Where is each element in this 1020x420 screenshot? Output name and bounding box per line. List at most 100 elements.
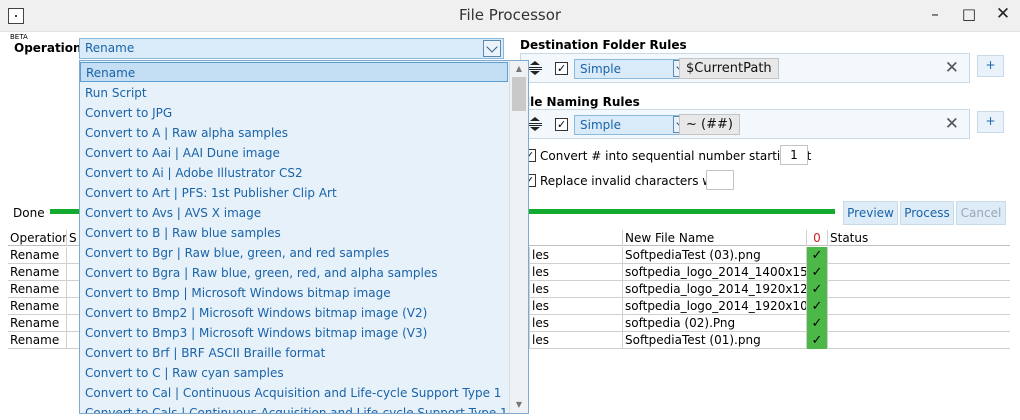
dropdown-item[interactable]: Run Script bbox=[80, 83, 508, 103]
destination-rule-value[interactable]: $CurrentPath bbox=[679, 58, 779, 79]
operation-selected-value: Rename bbox=[85, 41, 135, 55]
destination-mode-select[interactable]: Simple bbox=[574, 59, 694, 79]
cell-status bbox=[827, 298, 1010, 315]
add-destination-rule-button[interactable]: + bbox=[977, 55, 1004, 77]
dropdown-item[interactable]: Convert to Cals | Continuous Acquisition… bbox=[80, 403, 508, 413]
dropdown-item[interactable]: Convert to Bmp3 | Microsoft Windows bitm… bbox=[80, 323, 508, 343]
cell-status bbox=[827, 281, 1010, 298]
dropdown-item[interactable]: Rename bbox=[80, 62, 508, 82]
cell-operation: Rename bbox=[10, 265, 60, 279]
window-title: File Processor bbox=[458, 6, 562, 24]
scroll-up-icon[interactable]: ▲ bbox=[510, 62, 528, 76]
beta-badge: BETA bbox=[10, 33, 28, 41]
cancel-button[interactable]: Cancel bbox=[956, 201, 1006, 225]
check-icon: ✓ bbox=[557, 62, 567, 75]
dropdown-item[interactable]: Convert to Avs | AVS X image bbox=[80, 203, 508, 223]
cell-operation: Rename bbox=[10, 248, 60, 262]
dropdown-scrollbar[interactable]: ▲ ▼ bbox=[509, 61, 528, 413]
cell-status bbox=[827, 247, 1010, 264]
scroll-down-icon[interactable]: ▼ bbox=[510, 398, 528, 412]
column-header-status[interactable]: Status bbox=[827, 230, 1010, 246]
column-header-operation[interactable]: Operation bbox=[8, 230, 66, 246]
cell-source bbox=[66, 281, 80, 298]
replace-label: Replace invalid characters with bbox=[540, 174, 728, 188]
close-button[interactable]: ✕ bbox=[986, 0, 1020, 30]
check-icon: ✓ bbox=[806, 281, 827, 298]
title-bar: File Processor – □ ✕ bbox=[0, 0, 1020, 32]
cell-new-name: softpedia_logo_2014_1400x1541... bbox=[622, 264, 806, 281]
preview-button[interactable]: Preview bbox=[843, 201, 898, 225]
destination-mode-value: Simple bbox=[580, 62, 621, 76]
cell-status bbox=[827, 264, 1010, 281]
column-header-source[interactable]: S bbox=[66, 230, 80, 246]
cell-folder: les bbox=[529, 264, 622, 281]
cell-new-name: SoftpediaTest (01).png bbox=[622, 332, 806, 349]
cell-new-name: softpedia_logo_2014_1920x1200... bbox=[622, 281, 806, 298]
operation-select[interactable]: Rename bbox=[79, 38, 504, 59]
destination-rule-row: ✓ Simple $CurrentPath ✕ bbox=[520, 53, 970, 83]
dropdown-item[interactable]: Convert to C | Raw cyan samples bbox=[80, 363, 508, 383]
scrollbar-thumb[interactable] bbox=[512, 77, 526, 111]
process-button[interactable]: Process bbox=[900, 201, 954, 225]
reorder-icon[interactable] bbox=[527, 60, 543, 76]
cell-new-name: softpedia_logo_2014_1920x1080... bbox=[622, 298, 806, 315]
cell-folder: les bbox=[529, 315, 622, 332]
check-icon: ✓ bbox=[806, 315, 827, 332]
naming-rule-value[interactable]: ~ (##) bbox=[679, 114, 740, 135]
dropdown-item[interactable]: Convert to Bmp | Microsoft Windows bitma… bbox=[80, 283, 508, 303]
check-icon: ✓ bbox=[806, 332, 827, 349]
sequential-label: Convert # into sequential number startin… bbox=[540, 149, 812, 163]
clear-icon[interactable]: ✕ bbox=[945, 114, 959, 134]
cell-source bbox=[66, 332, 80, 349]
dropdown-item[interactable]: Convert to Cal | Continuous Acquisition … bbox=[80, 383, 508, 403]
reorder-icon[interactable] bbox=[527, 116, 543, 132]
replace-char-input[interactable] bbox=[706, 170, 734, 190]
cell-folder: les bbox=[529, 247, 622, 264]
column-header-new-name[interactable]: New File Name bbox=[622, 230, 806, 246]
chevron-down-icon[interactable] bbox=[483, 40, 501, 57]
operation-label: Operation bbox=[14, 41, 82, 55]
naming-mode-value: Simple bbox=[580, 118, 621, 132]
minimize-button[interactable]: – bbox=[918, 0, 952, 30]
cell-folder: les bbox=[529, 281, 622, 298]
status-label: Done bbox=[13, 206, 45, 220]
dropdown-item[interactable]: Convert to Brf | BRF ASCII Braille forma… bbox=[80, 343, 508, 363]
column-header-count[interactable]: 0 bbox=[806, 230, 827, 246]
cell-status bbox=[827, 332, 1010, 349]
cell-operation: Rename bbox=[10, 316, 60, 330]
maximize-button[interactable]: □ bbox=[952, 0, 986, 30]
cell-operation: Rename bbox=[10, 299, 60, 313]
naming-rules-label: ile Naming Rules bbox=[526, 95, 640, 109]
destination-rule-checkbox[interactable]: ✓ bbox=[555, 62, 568, 75]
add-naming-rule-button[interactable]: + bbox=[977, 111, 1004, 133]
naming-rule-checkbox[interactable]: ✓ bbox=[555, 118, 568, 131]
cell-source bbox=[66, 247, 80, 264]
dropdown-item[interactable]: Convert to Bgra | Raw blue, green, red, … bbox=[80, 263, 508, 283]
cell-source bbox=[66, 298, 80, 315]
dropdown-item[interactable]: Convert to Bmp2 | Microsoft Windows bitm… bbox=[80, 303, 508, 323]
dropdown-item[interactable]: Convert to Bgr | Raw blue, green, and re… bbox=[80, 243, 508, 263]
cell-new-name: softpedia (02).Png bbox=[622, 315, 806, 332]
cell-status bbox=[827, 315, 1010, 332]
cell-new-name: SoftpediaTest (03).png bbox=[622, 247, 806, 264]
dropdown-item[interactable]: Convert to Aai | AAI Dune image bbox=[80, 143, 508, 163]
cell-operation: Rename bbox=[10, 282, 60, 296]
check-icon: ✓ bbox=[806, 264, 827, 281]
operation-dropdown-list[interactable]: Rename Run Script Convert to JPG Convert… bbox=[79, 60, 529, 414]
sequential-start-input[interactable]: 1 bbox=[780, 145, 808, 165]
dropdown-item[interactable]: Convert to B | Raw blue samples bbox=[80, 223, 508, 243]
cell-folder: les bbox=[529, 332, 622, 349]
destination-rules-label: Destination Folder Rules bbox=[520, 38, 687, 52]
check-icon: ✓ bbox=[806, 247, 827, 264]
check-icon: ✓ bbox=[557, 118, 567, 131]
dropdown-item[interactable]: Convert to Ai | Adobe Illustrator CS2 bbox=[80, 163, 508, 183]
check-icon: ✓ bbox=[806, 298, 827, 315]
cell-source bbox=[66, 264, 80, 281]
dropdown-item[interactable]: Convert to A | Raw alpha samples bbox=[80, 123, 508, 143]
dropdown-item[interactable]: Convert to JPG bbox=[80, 103, 508, 123]
naming-mode-select[interactable]: Simple bbox=[574, 115, 694, 135]
cell-operation: Rename bbox=[10, 333, 60, 347]
dropdown-item[interactable]: Convert to Art | PFS: 1st Publisher Clip… bbox=[80, 183, 508, 203]
clear-icon[interactable]: ✕ bbox=[945, 58, 959, 78]
cell-source bbox=[66, 315, 80, 332]
